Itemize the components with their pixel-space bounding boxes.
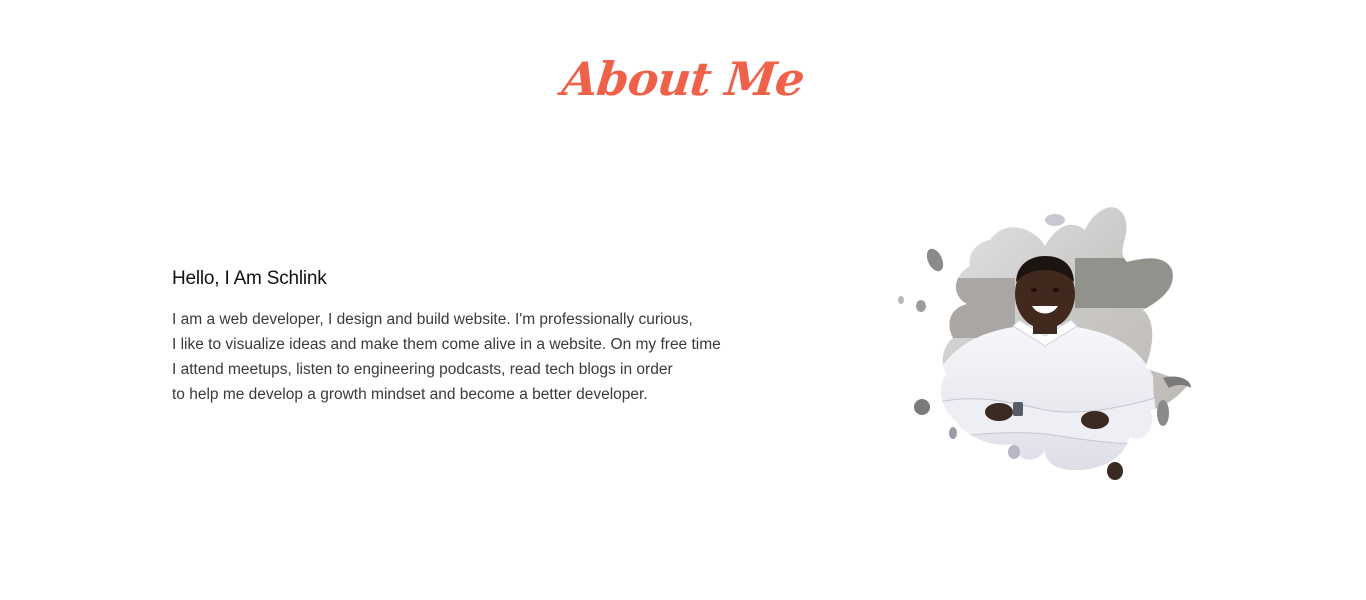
section-title: About Me <box>559 52 807 106</box>
bio-paragraph: I am a web developer, I design and build… <box>172 307 772 407</box>
bio-line: I am a web developer, I design and build… <box>172 311 693 328</box>
bio-line: I like to visualize ideas and make them … <box>172 336 721 353</box>
bio-line: to help me develop a growth mindset and … <box>172 386 648 403</box>
about-text-block: Hello, I Am Schlink I am a web developer… <box>172 268 772 407</box>
greeting-heading: Hello, I Am Schlink <box>172 268 327 289</box>
profile-photo-splash-icon <box>898 207 1191 480</box>
bio-line: I attend meetups, listen to engineering … <box>172 361 673 378</box>
profile-photo <box>895 198 1195 483</box>
